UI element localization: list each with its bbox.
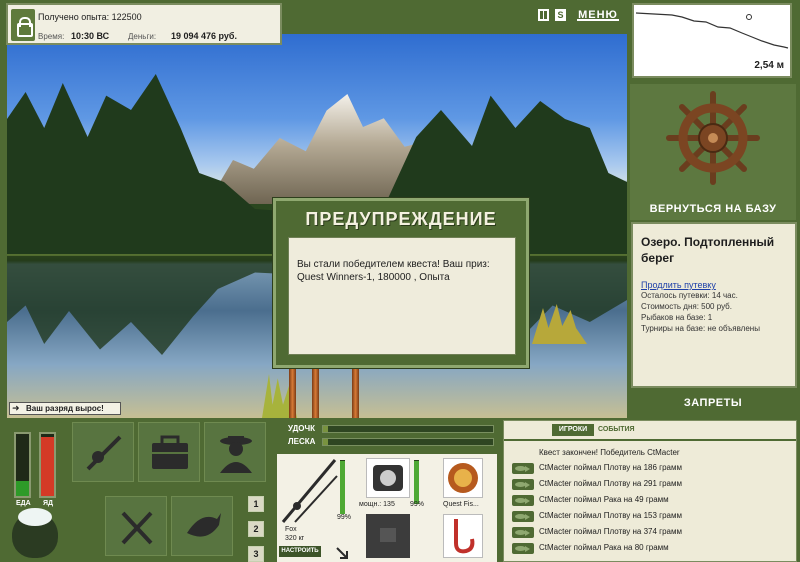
line-slot[interactable] (366, 514, 410, 558)
event-item: CtMacter поймал Плотву на 374 грамм (512, 526, 792, 540)
money-value: 19 094 476 руб. (171, 31, 237, 41)
location-name: Озеро. Подтопленный берег (641, 235, 775, 265)
day-cost: Стоимость дня: 500 руб. (641, 302, 732, 311)
event-item: CtMacter поймал Плотву на 291 грамм (512, 478, 792, 492)
hook-icon (454, 519, 475, 554)
return-to-base-button[interactable]: ВЕРНУТЬСЯ НА БАЗУ (632, 198, 794, 220)
rank-up-notice[interactable]: Ваш разряд вырос! (9, 402, 121, 415)
fish-icon (512, 511, 534, 522)
rod-icon[interactable] (279, 456, 339, 526)
xp-text: Получено опыта: 122500 (38, 12, 142, 22)
line-spool-icon (380, 528, 396, 542)
time-value: 10:30 ВС (71, 31, 110, 41)
rod-percent: 99% (337, 514, 352, 521)
extend-permit-link[interactable]: Продлить путевку (641, 280, 787, 290)
dialog-title: ПРЕДУПРЕЖДЕНИЕ (305, 209, 497, 229)
depth-value: 2,54 м (754, 60, 784, 71)
food-slot[interactable] (105, 496, 167, 556)
reel-slot[interactable] (366, 458, 410, 498)
tackle-box-slot[interactable] (138, 422, 200, 482)
fish-icon (512, 543, 534, 554)
line-label: ЛЕСКА (288, 437, 316, 446)
warning-dialog[interactable]: ПРЕДУПРЕЖДЕНИЕ Вы стали победителем квес… (273, 198, 529, 368)
expand-arrow-icon[interactable] (335, 546, 349, 560)
event-item: CtMacter поймал Рака на 49 грамм (512, 494, 792, 508)
reel-power: мощн.: 135 (359, 501, 395, 508)
event-item: CtMacter поймал Плотву на 153 грамм (512, 510, 792, 524)
fisherman-icon (220, 436, 252, 473)
rods-label: УДОЧК (288, 424, 315, 433)
fish-icon (512, 463, 534, 474)
fish-icon (187, 513, 221, 537)
food-meter-fill (16, 480, 29, 496)
event-item: CtMacter поймал Рака на 80 грамм (512, 542, 792, 556)
dialog-message: Вы стали победителем квеста! Ваш приз: Q… (288, 237, 516, 355)
rod-name: Fox (285, 526, 297, 533)
event-item: CtMacter поймал Плотву на 186 грамм (512, 462, 792, 476)
fish-icon (512, 479, 534, 490)
bait-label: Quest Fis... (443, 501, 479, 508)
slot-1-button[interactable]: 1 (248, 496, 264, 512)
rods-slot[interactable] (72, 422, 134, 482)
rod-gauge (340, 460, 345, 514)
player-info-panel: Получено опыта: 122500 Время: 10:30 ВС Д… (6, 3, 282, 45)
anglers-count: Рыбаков на базе: 1 (641, 313, 713, 322)
sound-button[interactable]: S (555, 9, 566, 21)
fish-icon (512, 527, 534, 538)
line-bar[interactable] (322, 438, 494, 446)
money-label: Деньги: (128, 32, 157, 41)
permit-hours: Осталось путевки: 14 час. (641, 291, 738, 300)
slot-3-button[interactable]: 3 (248, 546, 264, 562)
food-label: ЕДА (16, 500, 31, 507)
tab-separator (504, 439, 796, 441)
bans-button[interactable]: ЗАПРЕТЫ (632, 392, 794, 414)
pause-button[interactable] (538, 9, 549, 21)
events-panel: ИГРОКИ СОБЫТИЯ Квест закончен! Победител… (503, 420, 797, 562)
fork-knife-icon (121, 511, 153, 545)
fish-slot[interactable] (171, 496, 233, 556)
rod-weight: 320 кг (285, 535, 305, 542)
pot-icon[interactable] (12, 508, 58, 558)
fish-icon (512, 495, 534, 506)
tab-players[interactable]: ИГРОКИ (552, 424, 594, 436)
slot-2-button[interactable]: 2 (248, 521, 264, 537)
reel-gauge (414, 460, 419, 504)
tackle-panel: 99% Fox 320 кг НАСТРОИТЬ мощн.: 135 99% … (277, 454, 497, 562)
food-meter (14, 432, 31, 498)
rod-reel-icon (86, 435, 122, 471)
line-bar-fill (323, 439, 329, 445)
rods-bar-fill (323, 426, 329, 432)
bait-slot[interactable] (443, 458, 483, 498)
time-label: Время: (38, 32, 65, 41)
poison-label: ЯД (43, 500, 54, 507)
rods-bar[interactable] (322, 425, 494, 433)
location-info: Озеро. Подтопленный берег Продлить путев… (631, 222, 797, 388)
depth-map[interactable]: 2,54 м (632, 3, 792, 78)
reel-icon (373, 465, 403, 491)
poison-meter-fill (41, 437, 54, 496)
quest-announcement: Квест закончен! Победитель CtMacter (539, 448, 680, 457)
hook-slot[interactable] (443, 514, 483, 558)
reel-percent: 99% (410, 501, 425, 508)
fisherman-slot[interactable] (204, 422, 266, 482)
tackle-box-icon (152, 435, 188, 469)
ship-wheel-icon[interactable] (665, 90, 761, 186)
tab-events[interactable]: СОБЫТИЯ (598, 424, 635, 436)
menu-button[interactable]: МЕНЮ (577, 9, 619, 21)
bait-can-icon (448, 463, 478, 493)
setup-button[interactable]: НАСТРОИТЬ (279, 546, 321, 557)
poison-meter (39, 432, 56, 498)
lock-icon[interactable] (11, 9, 35, 41)
tournaments: Турниры на базе: не объявлены (641, 324, 760, 333)
